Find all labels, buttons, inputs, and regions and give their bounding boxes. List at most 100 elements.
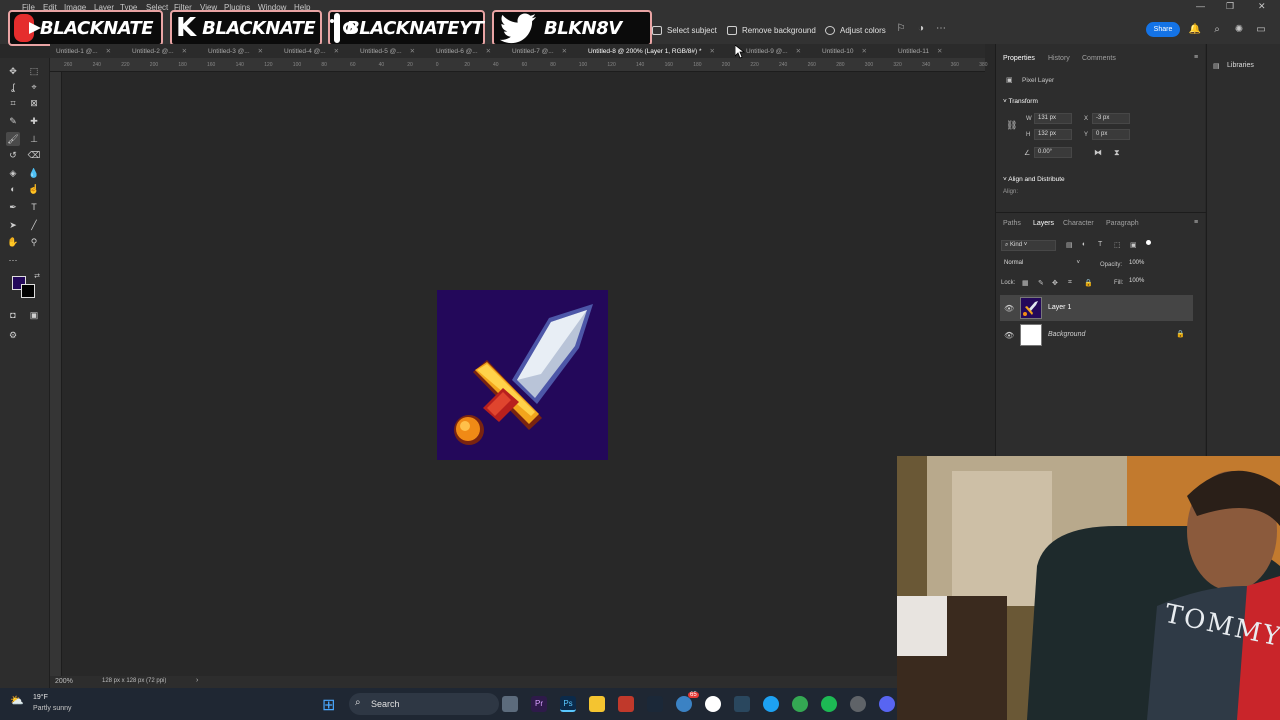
chevron-right-icon[interactable]: › [196, 677, 198, 684]
app-red-icon[interactable] [618, 696, 634, 712]
maximize-icon[interactable]: ❐ [1226, 1, 1234, 12]
type-tool-icon[interactable]: T [27, 200, 41, 214]
notifications-icon[interactable]: 🔔 [1188, 23, 1202, 37]
app-white-icon[interactable] [705, 696, 721, 712]
layers-menu-icon[interactable]: ≡ [1194, 219, 1198, 226]
tab-paragraph[interactable]: Paragraph [1106, 220, 1139, 227]
steam-icon[interactable] [647, 696, 663, 712]
align-section-title[interactable]: ˅ Align and Distribute [1003, 176, 1065, 183]
search-icon[interactable]: ⌕ [1210, 23, 1224, 37]
brush-tool-icon[interactable]: 🖌 [6, 132, 20, 146]
workspace-icon[interactable]: ▭ [1254, 23, 1268, 37]
spotify-icon[interactable] [821, 696, 837, 712]
tab-untitled-3[interactable]: Untitled-3 @... ✕ [208, 47, 263, 55]
flip-vertical-icon[interactable]: ⧗ [1114, 148, 1120, 158]
lasso-tool-icon[interactable]: ʆ [6, 80, 20, 94]
height-field[interactable]: 132 px [1034, 129, 1072, 140]
layer-row-background[interactable]: 👁 Background 🔒 [1000, 322, 1193, 348]
width-field[interactable]: 131 px [1034, 113, 1072, 124]
tab-properties[interactable]: Properties [1003, 55, 1035, 62]
filter-toggle-icon[interactable] [1146, 240, 1151, 245]
filter-kind-select[interactable]: ⌕ Kind ˅ [1001, 240, 1056, 251]
close-icon[interactable]: ✕ [1258, 1, 1266, 12]
tab-untitled-11[interactable]: Untitled-11 ✕ [898, 47, 942, 55]
dodge-tool-icon[interactable]: ◐ [6, 182, 20, 196]
windows-start-icon[interactable]: ⊞ [322, 695, 335, 715]
lock-transparency-icon[interactable]: ▦ [1022, 279, 1029, 287]
link-icon[interactable]: ⛓ [1006, 120, 1017, 131]
swap-colors-icon[interactable]: ⇄ [30, 270, 44, 284]
adjust-colors-button[interactable]: Adjust colors [825, 22, 886, 38]
move-tool-icon[interactable]: ✥ [6, 64, 20, 78]
layer-name[interactable]: Background [1048, 331, 1085, 338]
eraser-tool-icon[interactable]: ⌫ [27, 148, 41, 162]
libraries-label[interactable]: Libraries [1227, 62, 1254, 69]
tab-untitled-1[interactable]: Untitled-1 @... ✕ [56, 47, 111, 55]
lock-all-icon[interactable]: 🔒 [1084, 279, 1093, 287]
tab-untitled-6[interactable]: Untitled-6 @... ✕ [436, 47, 491, 55]
healing-brush-tool-icon[interactable]: ✚ [27, 114, 41, 128]
fill-field[interactable]: 100% [1126, 277, 1152, 288]
visibility-eye-icon[interactable]: 👁 [1004, 304, 1014, 313]
taskbar-search-input[interactable]: ⌕ Search [349, 693, 499, 715]
light-bulb-icon[interactable]: ✺ [1232, 23, 1246, 37]
steam-alt-icon[interactable] [734, 696, 750, 712]
object-selection-tool-icon[interactable]: ⌖ [27, 80, 41, 94]
tab-untitled-2[interactable]: Untitled-2 @... ✕ [132, 47, 187, 55]
zoom-level[interactable]: 200% [55, 678, 73, 685]
discord-icon[interactable] [879, 696, 895, 712]
edit-toolbar-icon[interactable]: ⚙ [6, 328, 20, 342]
tab-untitled-7[interactable]: Untitled-7 @... ✕ [512, 47, 567, 55]
frame-tool-icon[interactable]: ⊠ [27, 96, 41, 110]
task-view-icon[interactable] [502, 696, 518, 712]
opacity-field[interactable]: 100% [1126, 259, 1152, 270]
lock-pixels-icon[interactable]: ✎ [1038, 279, 1044, 287]
panel-menu-icon[interactable]: ≡ [1194, 54, 1198, 61]
zoom-tool-icon[interactable]: ⚲ [27, 235, 41, 249]
layer-row-layer-1[interactable]: 👁 Layer 1 [1000, 295, 1193, 321]
tab-paths[interactable]: Paths [1003, 220, 1021, 227]
pen-tool-icon[interactable]: ✒ [6, 200, 20, 214]
document-canvas[interactable] [437, 290, 608, 460]
more-tools-icon[interactable]: ⋯ [6, 253, 20, 267]
path-selection-tool-icon[interactable]: ➤ [6, 218, 20, 232]
crop-tool-icon[interactable]: ⌗ [6, 96, 20, 110]
clone-stamp-tool-icon[interactable]: ⊥ [27, 132, 41, 146]
transform-section-title[interactable]: ˅ Transform [1003, 98, 1038, 105]
flip-horizontal-icon[interactable]: ⧓ [1094, 148, 1102, 157]
lock-position-icon[interactable]: ✥ [1052, 279, 1058, 287]
tab-untitled-10[interactable]: Untitled-10 ✕ [822, 47, 867, 55]
smudge-tool-icon[interactable]: ☝ [27, 182, 41, 196]
paint-bucket-tool-icon[interactable]: ◈ [6, 166, 20, 180]
more-options-icon[interactable]: ⋯ [934, 22, 948, 36]
bell-outline-icon[interactable]: ⚐ [894, 22, 908, 36]
y-field[interactable]: 0 px [1092, 129, 1130, 140]
tab-character[interactable]: Character [1063, 220, 1094, 227]
photoshop-icon[interactable]: Ps [560, 696, 576, 712]
x-field[interactable]: -3 px [1092, 113, 1130, 124]
tab-untitled-8[interactable]: Untitled-8 @ 200% (Layer 1, RGB/8#) * ✕ [588, 47, 715, 55]
premiere-pro-icon[interactable]: Pr [531, 696, 547, 712]
filter-pixel-icon[interactable]: ▤ [1066, 241, 1073, 249]
tab-comments[interactable]: Comments [1082, 55, 1116, 62]
select-subject-button[interactable]: Select subject [652, 22, 717, 38]
quick-mask-icon[interactable]: ◘ [6, 308, 20, 322]
line-tool-icon[interactable]: ╱ [27, 218, 41, 232]
background-color-swatch[interactable] [21, 284, 35, 298]
eyedropper-tool-icon[interactable]: ✎ [6, 114, 20, 128]
tab-untitled-4[interactable]: Untitled-4 @... ✕ [284, 47, 339, 55]
hand-tool-icon[interactable]: ✋ [6, 235, 20, 249]
blend-mode-select[interactable]: Normal ˅ [1001, 259, 1083, 270]
tab-layers[interactable]: Layers [1033, 220, 1054, 227]
contrast-icon[interactable]: ◑ [914, 22, 928, 36]
layer-name[interactable]: Layer 1 [1048, 304, 1071, 311]
tab-untitled-5[interactable]: Untitled-5 @... ✕ [360, 47, 415, 55]
blur-tool-icon[interactable]: 💧 [27, 166, 41, 180]
tab-untitled-9[interactable]: Untitled-9 @... ✕ [746, 47, 801, 55]
chrome-icon[interactable] [792, 696, 808, 712]
history-brush-tool-icon[interactable]: ↺ [6, 148, 20, 162]
app-blue-icon[interactable] [676, 696, 692, 712]
remove-background-button[interactable]: Remove background [727, 22, 816, 38]
marquee-tool-icon[interactable]: ⬚ [27, 64, 41, 78]
filter-smart-object-icon[interactable]: ▣ [1130, 241, 1137, 249]
